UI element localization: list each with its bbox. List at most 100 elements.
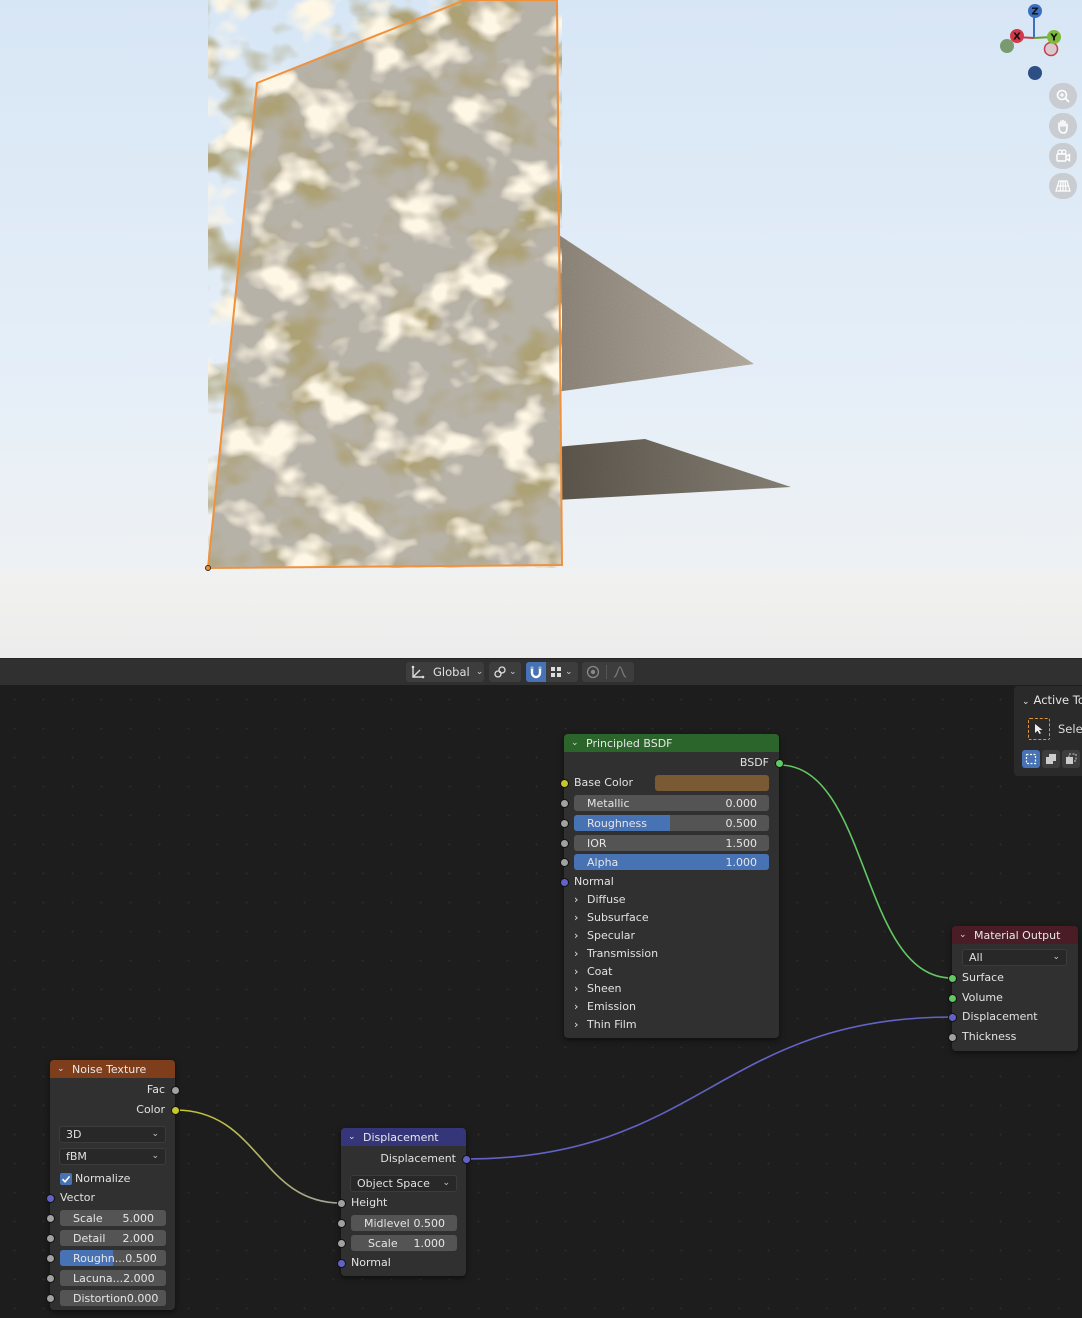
proportional-editing-icon (586, 665, 600, 679)
space-dropdown[interactable]: Object Space ⌄ (350, 1175, 457, 1192)
metallic-socket[interactable] (560, 799, 569, 808)
base-color-socket[interactable] (560, 779, 569, 788)
chevron-down-icon: ⌄ (151, 1129, 159, 1139)
svg-text:Z: Z (1031, 7, 1038, 18)
shadow-plane-upper (556, 233, 754, 392)
dimensions-dropdown[interactable]: 3D ⌄ (59, 1126, 166, 1143)
detail-field[interactable]: Detail 2.000 (60, 1230, 166, 1246)
thickness-socket[interactable] (948, 1033, 957, 1042)
detail-socket[interactable] (46, 1234, 55, 1243)
lacunarity-socket[interactable] (46, 1274, 55, 1283)
volume-socket[interactable] (948, 994, 957, 1003)
panel-subsurface[interactable]: › Subsurface (574, 910, 649, 926)
3d-viewport[interactable]: Z X Y (0, 0, 1082, 658)
chevron-down-icon: ⌄ (475, 667, 484, 677)
perspective-toggle-button[interactable] (1049, 173, 1077, 199)
scale-field[interactable]: Scale 5.000 (60, 1210, 166, 1226)
chevron-down-icon[interactable]: ⌄ (959, 930, 969, 940)
grid-icon (1055, 180, 1071, 192)
svg-text:Y: Y (1049, 33, 1058, 44)
output-target-dropdown[interactable]: All ⌄ (962, 949, 1067, 966)
snap-toggle[interactable] (526, 662, 546, 682)
roughness-socket[interactable] (560, 819, 569, 828)
node-header[interactable]: ⌄ Material Output (952, 926, 1078, 944)
mode-subtract-button[interactable] (1062, 750, 1080, 768)
roughness-slider[interactable]: Roughn... 0.500 (60, 1250, 166, 1266)
displacement-label: Displacement (962, 1010, 1038, 1023)
noise-texture-node[interactable]: ⌄ Noise Texture Fac Color 3D ⌄ fBM ⌄ Nor… (46, 1060, 180, 1310)
chevron-down-icon: ⌄ (442, 1178, 450, 1188)
transform-orientation-dropdown[interactable]: Global ⌄ (406, 662, 484, 682)
vector-label: Vector (60, 1191, 96, 1204)
mode-new-button[interactable] (1022, 750, 1040, 768)
panel-diffuse[interactable]: › Diffuse (574, 892, 626, 908)
distortion-socket[interactable] (46, 1294, 55, 1303)
chevron-right-icon: › (574, 929, 579, 942)
shader-node-editor[interactable]: ⌄ Principled BSDF BSDF Base Color Metall… (0, 685, 1082, 1318)
normal-socket[interactable] (337, 1259, 346, 1268)
height-label: Height (351, 1196, 388, 1209)
fac-output-socket[interactable] (171, 1086, 180, 1095)
height-socket[interactable] (337, 1199, 346, 1208)
camera-view-button[interactable] (1049, 143, 1077, 169)
midlevel-field[interactable]: Midlevel 0.500 (351, 1215, 457, 1231)
normalize-checkbox[interactable]: Normalize (60, 1171, 130, 1187)
lacunarity-field[interactable]: Lacuna... 2.000 (60, 1270, 166, 1286)
noise-type-dropdown[interactable]: fBM ⌄ (59, 1148, 166, 1165)
roughness-slider[interactable]: Roughness 0.500 (574, 815, 769, 831)
node-header[interactable]: ⌄ Noise Texture (50, 1060, 175, 1078)
color-output-socket[interactable] (171, 1106, 180, 1115)
zoom-button[interactable] (1049, 83, 1077, 109)
snap-target-dropdown[interactable]: ⌄ (546, 662, 578, 682)
ior-socket[interactable] (560, 839, 569, 848)
metallic-field[interactable]: Metallic 0.000 (574, 795, 769, 811)
roughness-socket[interactable] (46, 1254, 55, 1263)
vector-socket[interactable] (46, 1194, 55, 1203)
select-extend-icon (1046, 754, 1056, 764)
neg-x-axis-handle (1043, 41, 1059, 57)
scale-field[interactable]: Scale 1.000 (351, 1235, 457, 1251)
node-header[interactable]: ⌄ Principled BSDF (564, 734, 779, 752)
panel-specular[interactable]: › Specular (574, 928, 635, 944)
scale-socket[interactable] (337, 1239, 346, 1248)
chevron-down-icon[interactable]: ⌄ (571, 738, 581, 748)
displacement-node[interactable]: ⌄ Displacement Displacement Object Space… (337, 1128, 471, 1276)
pan-button[interactable] (1049, 113, 1077, 139)
node-header[interactable]: ⌄ Displacement (341, 1128, 466, 1146)
base-color-label: Base Color (574, 776, 634, 789)
ior-field[interactable]: IOR 1.500 (574, 835, 769, 851)
selected-plane (208, 0, 562, 568)
panel-sheen[interactable]: › Sheen (574, 981, 621, 997)
panel-coat[interactable]: › Coat (574, 964, 612, 980)
pivot-point-dropdown[interactable]: ⌄ (489, 662, 521, 682)
proportional-editing-group[interactable] (582, 662, 634, 682)
normal-socket[interactable] (560, 878, 569, 887)
chevron-down-icon: ⌄ (1052, 952, 1060, 962)
pivot-icon (494, 666, 506, 678)
alpha-socket[interactable] (560, 858, 569, 867)
alpha-slider[interactable]: Alpha 1.000 (574, 854, 769, 870)
bsdf-output-socket[interactable] (775, 759, 784, 768)
chevron-down-icon: ⌄ (151, 1151, 159, 1161)
displacement-output-socket[interactable] (462, 1155, 471, 1164)
panel-emission[interactable]: › Emission (574, 999, 636, 1015)
neg-y-axis-handle (1000, 39, 1014, 53)
select-box-tool-button[interactable] (1028, 718, 1050, 740)
active-tool-title[interactable]: ⌄ Active To (1022, 693, 1082, 707)
principled-bsdf-node[interactable]: ⌄ Principled BSDF BSDF Base Color Metall… (560, 734, 784, 1038)
navigation-gizmo[interactable]: Z X Y (996, 2, 1076, 82)
chevron-down-icon[interactable]: ⌄ (57, 1064, 67, 1074)
mode-extend-button[interactable] (1042, 750, 1060, 768)
midlevel-socket[interactable] (337, 1219, 346, 1228)
zoom-icon (1056, 89, 1070, 103)
panel-thin-film[interactable]: › Thin Film (574, 1017, 637, 1033)
scale-socket[interactable] (46, 1214, 55, 1223)
distortion-field[interactable]: Distortion 0.000 (60, 1290, 166, 1306)
surface-socket[interactable] (948, 974, 957, 983)
snap-grid-icon (551, 667, 561, 677)
displacement-socket[interactable] (948, 1013, 957, 1022)
material-output-node[interactable]: ⌄ Material Output All ⌄ Surface Volume D… (948, 926, 1078, 1051)
panel-transmission[interactable]: › Transmission (574, 946, 658, 962)
chevron-down-icon[interactable]: ⌄ (348, 1132, 358, 1142)
base-color-swatch[interactable] (655, 775, 769, 791)
